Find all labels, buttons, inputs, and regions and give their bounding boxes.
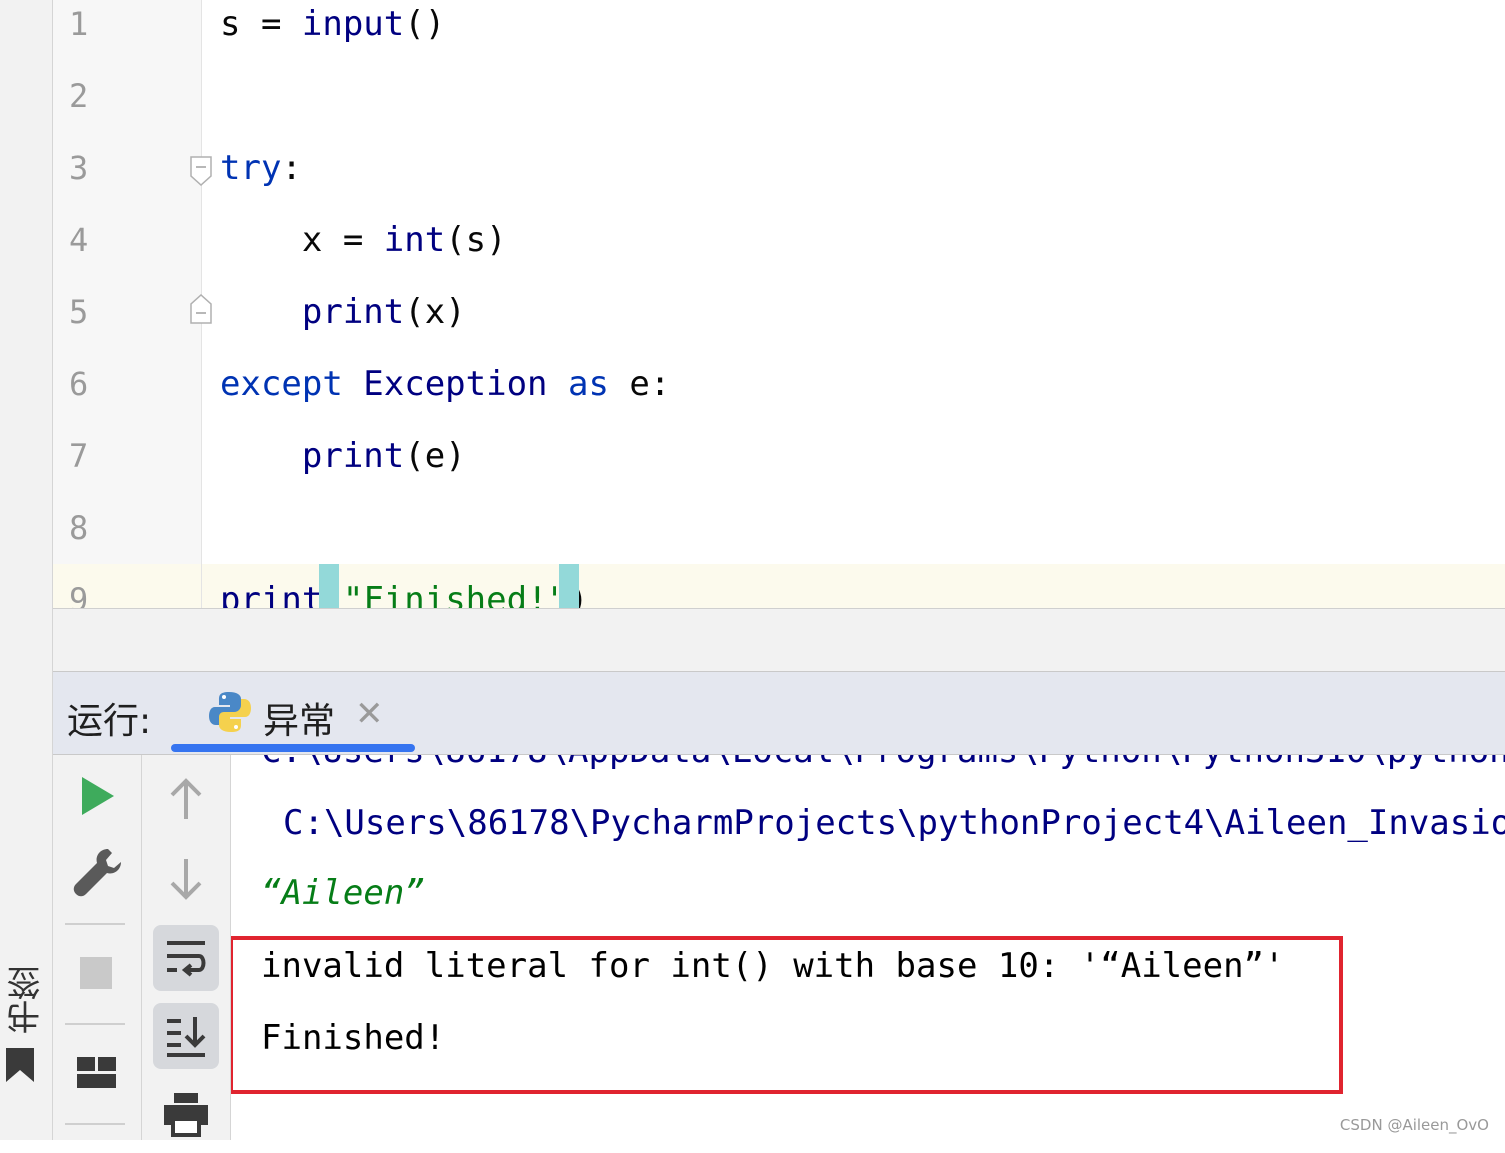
active-tab-indicator bbox=[171, 744, 415, 752]
run-toolbar-secondary bbox=[142, 755, 231, 1140]
code-line[interactable]: print("Finished!") bbox=[220, 576, 589, 609]
code-token: s = bbox=[220, 4, 302, 44]
fold-close-icon[interactable] bbox=[190, 293, 212, 324]
run-title: 运行: bbox=[67, 701, 152, 742]
bookmarks-tool-label[interactable]: 书签 bbox=[2, 960, 47, 1040]
line-number[interactable]: 6 bbox=[69, 360, 129, 408]
code-token: print bbox=[220, 580, 323, 609]
code-token: "Finished!" bbox=[342, 580, 569, 609]
console-user-input: “Aileen” bbox=[261, 873, 425, 913]
code-token: : bbox=[281, 148, 302, 188]
code-line[interactable]: except Exception as e: bbox=[220, 360, 670, 408]
scroll-to-end-icon[interactable] bbox=[153, 1003, 219, 1069]
line-number[interactable]: 8 bbox=[69, 504, 129, 552]
run-tab-exception[interactable]: 异常 ✕ bbox=[171, 672, 415, 754]
code-token: () bbox=[404, 4, 446, 44]
code-line[interactable]: print(e) bbox=[220, 432, 466, 480]
code-token: input bbox=[301, 4, 405, 44]
line-number[interactable]: 3 bbox=[69, 144, 129, 192]
line-number[interactable]: 7 bbox=[69, 432, 129, 480]
fold-open-icon[interactable] bbox=[190, 156, 212, 187]
run-tab-label: 异常 bbox=[263, 701, 336, 742]
watermark: CSDN @Aileen_OvO bbox=[1339, 1116, 1489, 1134]
code-token: (s) bbox=[445, 220, 507, 260]
code-line[interactable]: try: bbox=[220, 144, 302, 192]
code-token: print bbox=[301, 436, 405, 476]
console-interpreter-path: C:\Users\86178\AppData\Local\Programs\Py… bbox=[261, 755, 1505, 773]
code-line[interactable]: x = int(s) bbox=[220, 216, 507, 264]
line-number[interactable]: 9 bbox=[69, 576, 129, 608]
code-token: except bbox=[220, 364, 364, 404]
python-icon bbox=[209, 690, 251, 738]
code-token: x = bbox=[220, 220, 384, 260]
editor-bottom-spacer bbox=[53, 609, 1505, 672]
soft-wrap-icon[interactable] bbox=[153, 925, 219, 991]
code-token: print bbox=[301, 292, 405, 332]
toolbar-separator bbox=[65, 1123, 125, 1125]
toolbar-separator bbox=[65, 1023, 125, 1025]
line-number[interactable]: 5 bbox=[69, 288, 129, 336]
arrow-down-icon[interactable] bbox=[153, 845, 219, 911]
arrow-up-icon[interactable] bbox=[153, 767, 219, 833]
code-token: as bbox=[547, 364, 609, 404]
brace-match-open bbox=[319, 564, 339, 608]
stop-icon[interactable] bbox=[64, 941, 130, 1007]
code-line[interactable]: print(x) bbox=[220, 288, 466, 336]
wrench-icon[interactable] bbox=[64, 841, 130, 907]
code-token: try bbox=[220, 148, 282, 188]
brace-match-close bbox=[559, 564, 579, 608]
code-token: (e) bbox=[404, 436, 466, 476]
bookmarks-strip: 书签 bbox=[0, 0, 53, 1140]
annotation-highlight-box bbox=[231, 936, 1343, 1094]
line-number[interactable]: 2 bbox=[69, 72, 129, 120]
code-token: Exception bbox=[363, 364, 548, 404]
code-line[interactable]: s = input() bbox=[220, 0, 445, 48]
close-icon[interactable]: ✕ bbox=[355, 694, 384, 734]
line-number[interactable]: 4 bbox=[69, 216, 129, 264]
run-icon[interactable] bbox=[64, 763, 130, 829]
line-number[interactable]: 1 bbox=[69, 0, 129, 48]
toolbar-separator bbox=[65, 923, 125, 925]
bookmark-icon[interactable] bbox=[6, 1048, 34, 1086]
code-editor[interactable]: 1 2 3 4 5 6 7 8 9 s = input() try: x = int(s) prin… bbox=[53, 0, 1505, 609]
layout-icon[interactable] bbox=[64, 1041, 130, 1107]
code-token: int bbox=[383, 220, 446, 260]
console-output[interactable]: C:\Users\86178\AppData\Local\Programs\Py… bbox=[231, 755, 1505, 1140]
run-toolbar-primary bbox=[53, 755, 142, 1140]
code-token: e: bbox=[608, 364, 671, 404]
run-toolwindow-header: 运行: 异常 ✕ bbox=[53, 672, 1505, 755]
code-token: (x) bbox=[404, 292, 466, 332]
print-icon[interactable] bbox=[153, 1083, 219, 1149]
console-script-path: C:\Users\86178\PycharmProjects\pythonPro… bbox=[283, 803, 1505, 843]
